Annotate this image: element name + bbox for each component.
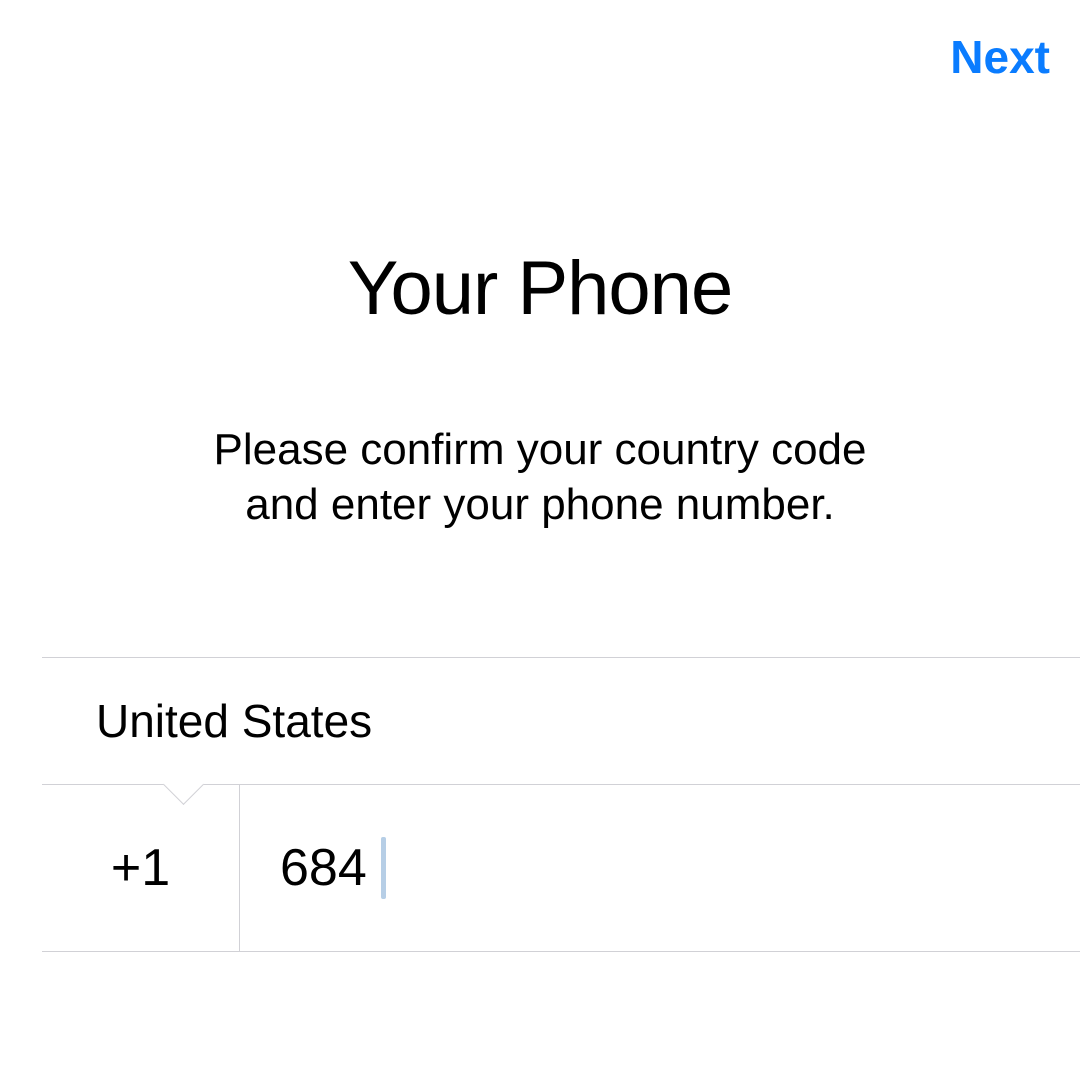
page-title: Your Phone	[0, 245, 1080, 332]
country-selector[interactable]: United States	[42, 657, 1080, 784]
subtitle-line-2: and enter your phone number.	[245, 480, 835, 529]
content: Your Phone Please confirm your country c…	[0, 110, 1080, 952]
page-subtitle: Please confirm your country code and ent…	[0, 422, 1080, 532]
header: Next	[0, 0, 1080, 110]
subtitle-line-1: Please confirm your country code	[214, 425, 867, 474]
phone-number-input[interactable]	[280, 838, 1080, 898]
phone-row: +1	[42, 784, 1080, 952]
country-code-field[interactable]: +1	[42, 785, 240, 951]
next-button[interactable]: Next	[950, 30, 1050, 84]
text-caret	[381, 837, 386, 899]
phone-number-cell	[240, 785, 1080, 951]
phone-form: United States +1	[0, 657, 1080, 952]
